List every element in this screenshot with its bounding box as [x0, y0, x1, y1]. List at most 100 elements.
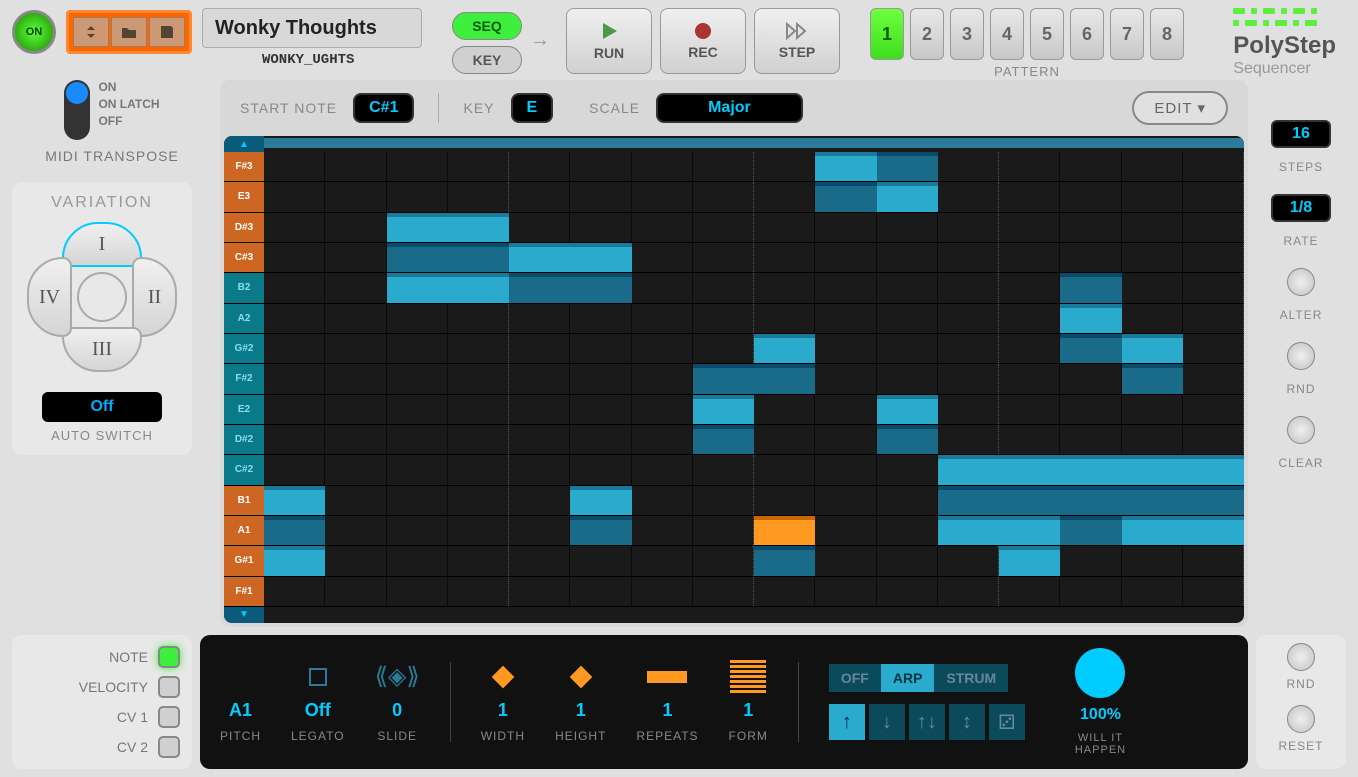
- note[interactable]: [387, 243, 510, 272]
- steps-value[interactable]: 16: [1271, 120, 1331, 148]
- start-note-value[interactable]: C#1: [353, 93, 414, 123]
- pattern-8-button[interactable]: 8: [1150, 8, 1184, 60]
- grid-row[interactable]: [264, 364, 1244, 394]
- note[interactable]: [1060, 334, 1121, 363]
- pitch-value[interactable]: A1: [229, 700, 252, 721]
- variation-1[interactable]: I: [62, 222, 142, 267]
- updown-icon[interactable]: [73, 17, 109, 47]
- note[interactable]: [1060, 516, 1121, 545]
- clear-button[interactable]: [1287, 416, 1315, 444]
- note[interactable]: [754, 334, 815, 363]
- key-mode-button[interactable]: KEY: [452, 46, 522, 74]
- note-label-B1[interactable]: B1: [224, 486, 264, 516]
- note-label-G#1[interactable]: G#1: [224, 546, 264, 576]
- form-value[interactable]: 1: [743, 700, 753, 721]
- rate-value[interactable]: 1/8: [1271, 194, 1331, 222]
- note-label-C#2[interactable]: C#2: [224, 455, 264, 485]
- grid-row[interactable]: [264, 455, 1244, 485]
- grid-row[interactable]: [264, 395, 1244, 425]
- note[interactable]: [387, 273, 510, 302]
- note-label-F#2[interactable]: F#2: [224, 364, 264, 394]
- cv1-view-led[interactable]: [158, 706, 180, 728]
- note[interactable]: [938, 516, 1061, 545]
- note[interactable]: [1122, 364, 1183, 393]
- variation-2[interactable]: II: [132, 257, 177, 337]
- grid-row[interactable]: [264, 516, 1244, 546]
- step-button[interactable]: STEP: [754, 8, 840, 74]
- reset-button[interactable]: [1287, 705, 1315, 733]
- folder-icon[interactable]: [111, 17, 147, 47]
- note[interactable]: [1060, 273, 1121, 302]
- patch-name[interactable]: Wonky Thoughts: [202, 8, 422, 48]
- strum-tab[interactable]: STRUM: [934, 664, 1008, 692]
- probability-knob[interactable]: [1075, 648, 1125, 698]
- bottom-rnd-button[interactable]: [1287, 643, 1315, 671]
- note[interactable]: [1122, 455, 1245, 484]
- pattern-7-button[interactable]: 7: [1110, 8, 1144, 60]
- grid-row[interactable]: [264, 243, 1244, 273]
- grid-row[interactable]: [264, 486, 1244, 516]
- pattern-6-button[interactable]: 6: [1070, 8, 1104, 60]
- slide-value[interactable]: 0: [392, 700, 402, 721]
- arp-down-button[interactable]: ↓: [869, 704, 905, 740]
- note-label-F#1[interactable]: F#1: [224, 577, 264, 607]
- note[interactable]: [1060, 304, 1121, 333]
- note[interactable]: [938, 455, 1122, 484]
- variation-4[interactable]: IV: [27, 257, 72, 337]
- note-label-F#3[interactable]: F#3: [224, 152, 264, 182]
- note[interactable]: [264, 486, 325, 515]
- note-view-led[interactable]: [158, 646, 180, 668]
- run-button[interactable]: RUN: [566, 8, 652, 74]
- off-tab[interactable]: OFF: [829, 664, 881, 692]
- scroll-up-icon[interactable]: ▲: [224, 136, 264, 152]
- velocity-view-led[interactable]: [158, 676, 180, 698]
- grid-row[interactable]: [264, 152, 1244, 182]
- cv2-view-led[interactable]: [158, 736, 180, 758]
- seq-mode-button[interactable]: SEQ: [452, 12, 522, 40]
- note[interactable]: [754, 516, 815, 545]
- note[interactable]: [877, 152, 938, 181]
- note-label-E3[interactable]: E3: [224, 182, 264, 212]
- note-label-E2[interactable]: E2: [224, 395, 264, 425]
- scroll-down-icon[interactable]: ▼: [224, 607, 264, 623]
- note[interactable]: [693, 364, 754, 393]
- pattern-4-button[interactable]: 4: [990, 8, 1024, 60]
- note[interactable]: [570, 486, 631, 515]
- arp-updown-button[interactable]: ↑↓: [909, 704, 945, 740]
- grid-row[interactable]: [264, 577, 1244, 607]
- note-label-C#3[interactable]: C#3: [224, 243, 264, 273]
- note[interactable]: [1122, 486, 1245, 515]
- note[interactable]: [754, 364, 815, 393]
- note-label-G#2[interactable]: G#2: [224, 334, 264, 364]
- note[interactable]: [1122, 516, 1245, 545]
- rnd-button[interactable]: [1287, 342, 1315, 370]
- grid-row[interactable]: [264, 182, 1244, 212]
- height-value[interactable]: 1: [576, 700, 586, 721]
- pattern-3-button[interactable]: 3: [950, 8, 984, 60]
- arp-downup-button[interactable]: ↕: [949, 704, 985, 740]
- alter-button[interactable]: [1287, 268, 1315, 296]
- grid-row[interactable]: [264, 546, 1244, 576]
- note[interactable]: [815, 182, 876, 211]
- arp-up-button[interactable]: ↑: [829, 704, 865, 740]
- power-button[interactable]: ON: [12, 10, 56, 54]
- pattern-2-button[interactable]: 2: [910, 8, 944, 60]
- save-icon[interactable]: [149, 17, 185, 47]
- timeline[interactable]: [264, 138, 1244, 148]
- note[interactable]: [264, 516, 325, 545]
- grid-row[interactable]: [264, 304, 1244, 334]
- grid-row[interactable]: [264, 273, 1244, 303]
- note-label-A2[interactable]: A2: [224, 304, 264, 334]
- legato-value[interactable]: Off: [305, 700, 331, 721]
- note[interactable]: [509, 273, 632, 302]
- note-label-A1[interactable]: A1: [224, 516, 264, 546]
- arp-random-button[interactable]: ⚂: [989, 704, 1025, 740]
- note-label-B2[interactable]: B2: [224, 273, 264, 303]
- note[interactable]: [264, 546, 325, 575]
- note[interactable]: [754, 546, 815, 575]
- note[interactable]: [877, 425, 938, 454]
- arp-tab[interactable]: ARP: [881, 664, 935, 692]
- auto-switch-value[interactable]: Off: [42, 392, 162, 422]
- note[interactable]: [509, 243, 632, 272]
- note[interactable]: [938, 486, 1122, 515]
